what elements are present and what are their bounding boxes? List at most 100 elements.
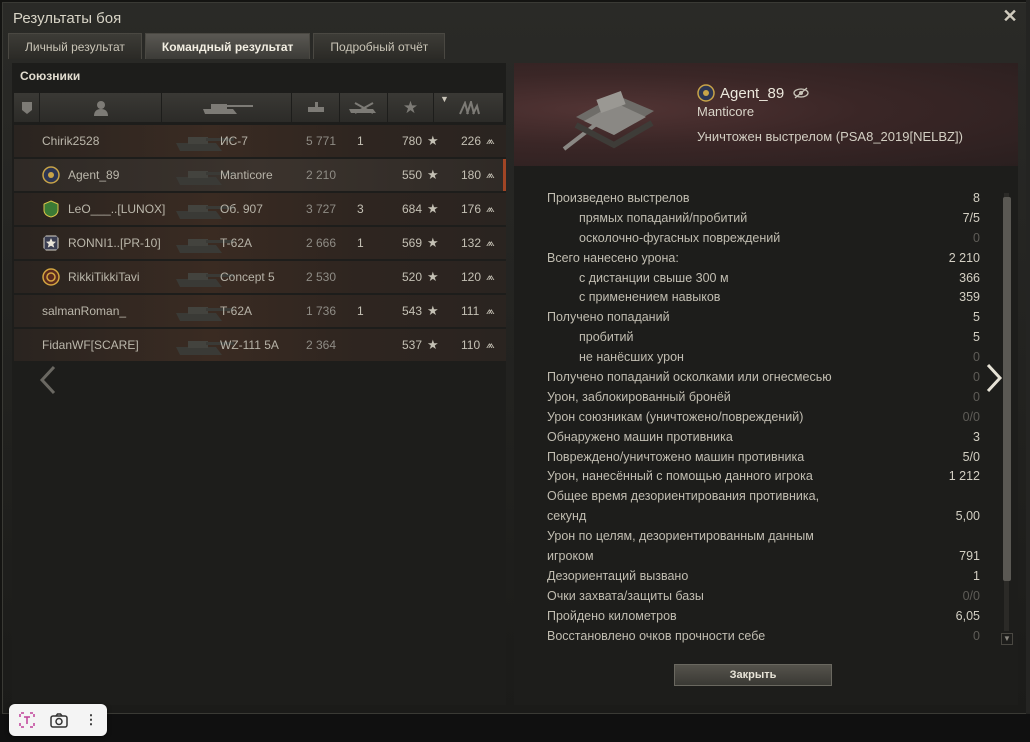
stat-row: Получено попаданий осколками или огнесме… bbox=[547, 367, 980, 387]
stat-row: Очки захвата/защиты базы 0/0 bbox=[547, 586, 980, 606]
stat-label: не нанёсших урон bbox=[579, 350, 684, 365]
xp-value: 780 bbox=[402, 134, 423, 148]
tank-icon[interactable] bbox=[162, 93, 292, 122]
stat-label: с применением навыков bbox=[579, 290, 721, 305]
frags-icon[interactable] bbox=[340, 93, 388, 122]
text-select-icon[interactable] bbox=[17, 710, 37, 730]
kills-value: 1 bbox=[357, 236, 364, 250]
table-row[interactable]: salmanRoman_ T-62A 1 736 1 543 ★ 111 ⩕ bbox=[14, 295, 506, 327]
free-xp-icon[interactable]: ▼ bbox=[434, 93, 504, 122]
stat-row: Получено попаданий 5 bbox=[547, 307, 980, 327]
stat-value: 5 bbox=[973, 310, 980, 325]
stat-row: прямых попаданий/пробитий 7/5 bbox=[547, 208, 980, 228]
stat-row: Урон, заблокированный бронёй 0 bbox=[547, 387, 980, 407]
stat-row: Всего нанесено урона: 2 210 bbox=[547, 248, 980, 268]
table-row[interactable]: RONNI1..[PR-10] T-62A 2 666 1 569 ★ 132 … bbox=[14, 227, 506, 259]
player-name: RikkiTikkiTavi bbox=[68, 270, 140, 284]
free-xp-value: 226 bbox=[461, 134, 482, 148]
stat-label: Восстановлено очков прочности себе bbox=[547, 628, 766, 643]
stat-row: Урон союзникам (уничтожено/повреждений) 0… bbox=[547, 407, 980, 427]
camera-icon[interactable] bbox=[49, 710, 69, 730]
stat-row: с дистанции свыше 300 м 366 bbox=[547, 268, 980, 288]
star-icon: ★ bbox=[427, 133, 439, 148]
free-xp-row-icon: ⩕ bbox=[486, 169, 495, 181]
window-edge bbox=[1026, 0, 1030, 742]
more-icon[interactable]: ⋮ bbox=[81, 710, 101, 730]
table-row[interactable]: LeO___..[LUNOX] Об. 907 3 727 3 684 ★ 17… bbox=[14, 193, 506, 225]
player-detail-panel: Agent_89 Manticore Уничтожен выстрелом (… bbox=[514, 63, 1018, 705]
stat-label: с дистанции свыше 300 м bbox=[579, 270, 729, 285]
stat-label: Получено попаданий bbox=[547, 310, 670, 325]
star-icon: ★ bbox=[427, 303, 439, 318]
free-xp-row-icon: ⩕ bbox=[486, 305, 495, 317]
stat-row: игроком 791 bbox=[547, 546, 980, 566]
damage-icon[interactable] bbox=[292, 93, 340, 122]
stat-row: Урон по целям, дезориентированным данным bbox=[547, 526, 980, 546]
xp-value: 550 bbox=[402, 168, 423, 182]
player-name: Agent_89 bbox=[68, 168, 120, 182]
star-icon: ★ bbox=[427, 201, 439, 216]
previous-arrow-icon[interactable] bbox=[36, 365, 60, 395]
tab-team[interactable]: Командный результат bbox=[144, 33, 311, 59]
player-badge-icon bbox=[697, 84, 715, 102]
tab-detailed[interactable]: Подробный отчёт bbox=[313, 33, 446, 59]
allies-table-header: ★ ▼ bbox=[14, 93, 504, 122]
scrollbar-thumb[interactable] bbox=[1003, 197, 1011, 581]
stats-scrollbar[interactable]: ▼ bbox=[1000, 187, 1014, 645]
scroll-down-icon[interactable]: ▼ bbox=[1001, 633, 1013, 645]
vehicle-name: Об. 907 bbox=[220, 202, 263, 216]
rank-icon[interactable] bbox=[14, 93, 40, 122]
stat-value: 359 bbox=[959, 290, 980, 305]
stat-value: 0 bbox=[973, 350, 980, 365]
stat-row: Урон, нанесённый с помощью данного игрок… bbox=[547, 466, 980, 486]
stat-value: 0/0 bbox=[962, 409, 980, 424]
star-icon: ★ bbox=[427, 235, 439, 250]
stat-label: Получено попаданий осколками или огнесме… bbox=[547, 370, 832, 385]
table-row-selected[interactable]: Agent_89 Manticore 2 210 550 ★ 180 ⩕ bbox=[14, 159, 506, 191]
damage-value: 2 364 bbox=[306, 338, 337, 352]
tank-portrait-icon bbox=[562, 90, 654, 151]
xp-value: 569 bbox=[402, 236, 423, 250]
stat-label: Очки захвата/защиты базы bbox=[547, 588, 704, 603]
stat-row: Восстановлено очков прочности себе 0 bbox=[547, 626, 980, 646]
stat-row: секунд 5,00 bbox=[547, 506, 980, 526]
stat-value: 6,05 bbox=[955, 608, 980, 623]
table-row[interactable]: FidanWF[SCARE] WZ-111 5A 2 364 537 ★ 110… bbox=[14, 329, 506, 361]
stat-value: 5,00 bbox=[955, 509, 980, 524]
stat-row: с применением навыков 359 bbox=[547, 287, 980, 307]
star-icon: ★ bbox=[427, 269, 439, 284]
player-icon[interactable] bbox=[40, 93, 162, 122]
table-row[interactable]: Chirik2528 ИС-7 5 771 1 780 ★ 226 ⩕ bbox=[14, 125, 506, 157]
stat-label: Урон по целям, дезориентированным данным bbox=[547, 529, 814, 544]
close-button[interactable]: Закрыть bbox=[674, 664, 832, 686]
stat-row: Пройдено километров 6,05 bbox=[547, 606, 980, 626]
stat-row: Общее время дезориентирования противника… bbox=[547, 486, 980, 506]
stat-label: пробитий bbox=[579, 330, 634, 345]
kills-value: 1 bbox=[357, 134, 364, 148]
allies-rows: Chirik2528 ИС-7 5 771 1 780 ★ 226 ⩕ Agen… bbox=[14, 125, 506, 363]
stat-value: 5 bbox=[973, 330, 980, 345]
kills-value: 1 bbox=[357, 304, 364, 318]
stat-value: 7/5 bbox=[962, 210, 980, 225]
detail-vehicle-name: Manticore bbox=[697, 104, 755, 119]
next-arrow-icon[interactable] bbox=[984, 363, 1004, 393]
clan-badge-icon bbox=[43, 235, 59, 251]
table-row[interactable]: RikkiTikkiTavi Concept 5 2 530 520 ★ 120… bbox=[14, 261, 506, 293]
free-xp-value: 110 bbox=[461, 338, 481, 352]
close-window-icon[interactable]: ✕ bbox=[1001, 7, 1019, 25]
xp-star-icon[interactable]: ★ bbox=[388, 93, 434, 122]
free-xp-row-icon: ⩕ bbox=[486, 237, 495, 249]
xp-value: 520 bbox=[402, 270, 423, 284]
tab-personal[interactable]: Личный результат bbox=[8, 33, 142, 59]
stat-label: Общее время дезориентирования противника… bbox=[547, 489, 820, 504]
hidden-eye-icon[interactable] bbox=[793, 87, 809, 99]
damage-value: 5 771 bbox=[306, 134, 337, 148]
free-xp-value: 176 bbox=[461, 202, 482, 216]
taskbar bbox=[0, 714, 1030, 742]
free-xp-row-icon: ⩕ bbox=[486, 203, 495, 215]
stat-value: 0/0 bbox=[962, 588, 980, 603]
clan-badge-icon bbox=[43, 200, 59, 218]
stat-value: 2 210 bbox=[948, 250, 980, 265]
stat-label: осколочно-фугасных повреждений bbox=[579, 230, 781, 245]
sort-arrow-icon: ▼ bbox=[440, 94, 449, 104]
